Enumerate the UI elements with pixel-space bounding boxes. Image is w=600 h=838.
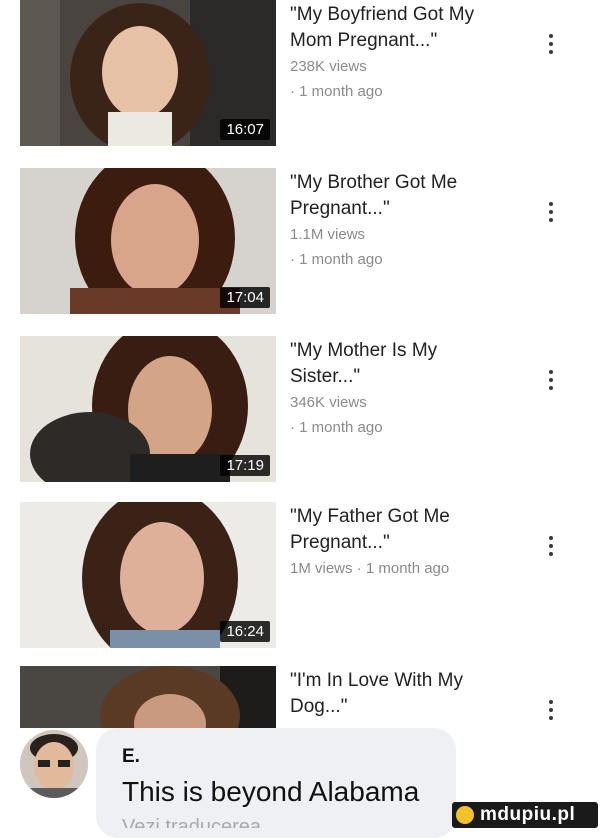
upload-age: · 1 month ago xyxy=(290,83,383,100)
upload-age: · 1 month ago xyxy=(290,419,383,436)
video-thumbnail[interactable]: 17:19 xyxy=(20,336,276,482)
watermark-text: mdupiu.pl xyxy=(480,804,576,825)
more-options-icon[interactable] xyxy=(548,700,554,722)
more-options-icon[interactable] xyxy=(548,370,554,392)
watermark: mdupiu.pl xyxy=(452,802,598,828)
video-title[interactable]: "My Brother Got Me xyxy=(290,170,520,196)
more-options-icon[interactable] xyxy=(548,34,554,56)
video-thumbnail[interactable]: 16:07 xyxy=(20,0,276,146)
duration-badge: 17:04 xyxy=(220,287,270,308)
video-title-cont[interactable]: Dog..." xyxy=(290,694,520,720)
more-options-icon[interactable] xyxy=(548,536,554,558)
view-count: 238K views xyxy=(290,58,367,75)
upload-age: · 1 month ago xyxy=(290,251,383,268)
translate-link[interactable]: Vezi traducerea xyxy=(122,816,261,828)
video-thumbnail[interactable]: 17:04 xyxy=(20,168,276,314)
duration-badge: 17:19 xyxy=(220,455,270,476)
duration-badge: 16:07 xyxy=(220,119,270,140)
comment-text: This is beyond Alabama xyxy=(122,776,420,807)
video-title-cont[interactable]: Sister..." xyxy=(290,364,520,390)
video-title[interactable]: "My Boyfriend Got My xyxy=(290,2,520,28)
view-count: 346K views xyxy=(290,394,367,411)
video-item[interactable]: 16:07 "My Boyfriend Got My Mom Pregnant.… xyxy=(0,0,600,150)
video-item[interactable]: 17:04 "My Brother Got Me Pregnant..." 1.… xyxy=(0,168,600,318)
video-title[interactable]: "My Father Got Me xyxy=(290,504,520,530)
video-title-cont[interactable]: Pregnant..." xyxy=(290,196,520,222)
avatar[interactable] xyxy=(20,730,88,798)
comment-author[interactable]: E. xyxy=(122,746,140,768)
video-title-cont[interactable]: Mom Pregnant..." xyxy=(290,28,520,54)
view-count: 1.1M views xyxy=(290,226,366,243)
video-thumbnail[interactable]: 16:24 xyxy=(20,502,276,648)
video-item[interactable]: 17:19 "My Mother Is My Sister..." 346K v… xyxy=(0,336,600,486)
video-thumbnail[interactable] xyxy=(20,666,276,728)
duration-badge: 16:24 xyxy=(220,621,270,642)
view-count: 1M views · 1 month ago xyxy=(290,560,450,577)
video-title[interactable]: "I'm In Love With My xyxy=(290,668,520,694)
video-title[interactable]: "My Mother Is My xyxy=(290,338,520,364)
video-item[interactable]: 16:24 "My Father Got Me Pregnant..." 1M … xyxy=(0,502,600,652)
more-options-icon[interactable] xyxy=(548,202,554,224)
video-title-cont[interactable]: Pregnant..." xyxy=(290,530,520,556)
laughing-emoji-icon xyxy=(456,806,474,824)
